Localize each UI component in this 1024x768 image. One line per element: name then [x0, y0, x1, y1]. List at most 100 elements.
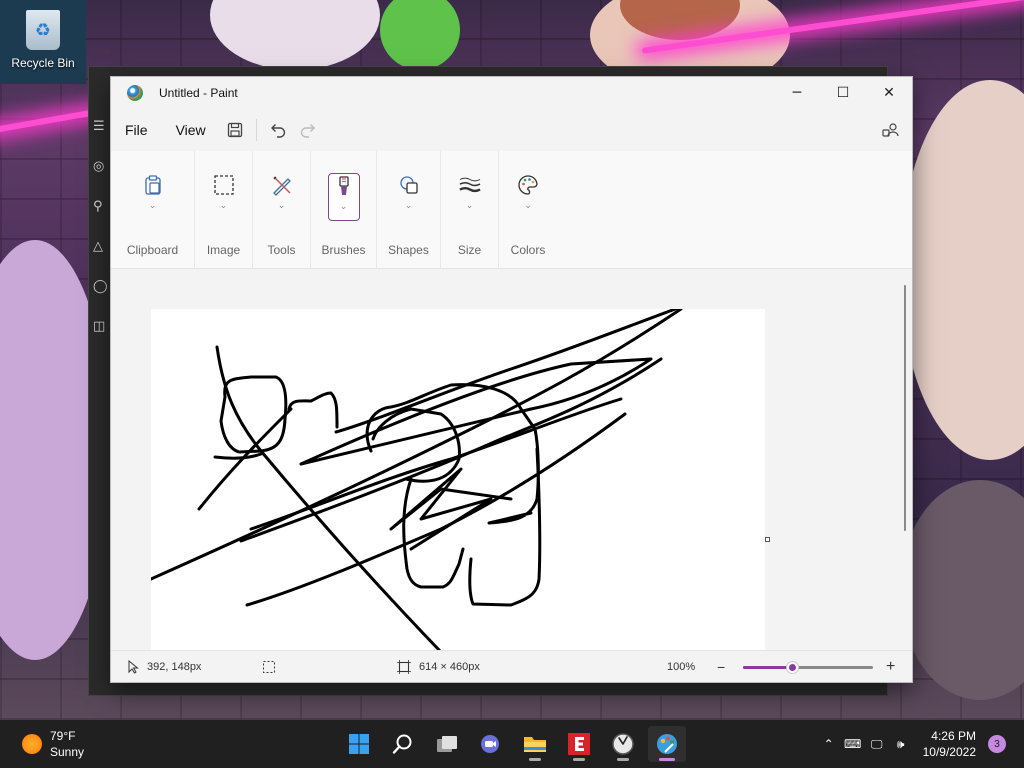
search-button[interactable]	[384, 726, 422, 762]
minimize-button[interactable]: ─	[774, 77, 820, 109]
ribbon-label-shapes: Shapes	[388, 243, 429, 257]
menu-bar: File View	[111, 109, 912, 151]
shapes-button[interactable]: ⌄	[391, 173, 427, 219]
pointer-icon	[128, 659, 139, 674]
task-view-icon	[437, 736, 457, 752]
recycle-bin-icon: ♻	[26, 10, 60, 50]
chevron-down-icon: ⌄	[465, 201, 474, 211]
zoom-slider-thumb[interactable]	[787, 662, 799, 673]
ribbon-label-image: Image	[206, 243, 241, 257]
running-indicator	[659, 758, 675, 761]
scribble-drawing	[149, 303, 688, 652]
close-button[interactable]: ✕	[866, 77, 912, 109]
chevron-up-icon[interactable]: ⌃	[817, 737, 841, 751]
ribbon-group-colors[interactable]: ⌄ Colors	[499, 151, 557, 269]
view-menu[interactable]: View	[162, 122, 220, 138]
task-view-button[interactable]	[428, 726, 466, 762]
zoom-slider-fill	[743, 666, 793, 669]
undo-button[interactable]	[263, 115, 293, 145]
notification-badge[interactable]: 3	[988, 735, 1006, 753]
size-button[interactable]: ⌄	[452, 173, 488, 219]
chevron-down-icon: ⌄	[277, 201, 286, 211]
chevron-down-icon: ⌄	[404, 201, 413, 211]
ribbon-group-size[interactable]: ⌄ Size	[441, 151, 499, 269]
image-button[interactable]: ⌄	[206, 173, 242, 219]
line-size-icon	[458, 177, 481, 193]
network-icon[interactable]: 🖵	[865, 737, 889, 752]
ribbon-group-image[interactable]: ⌄ Image	[195, 151, 253, 269]
brush-icon	[338, 176, 349, 195]
ribbon-label-clipboard: Clipboard	[126, 243, 179, 257]
file-explorer-button[interactable]	[516, 726, 554, 762]
paint-icon	[657, 734, 677, 754]
selection-icon	[213, 175, 234, 195]
start-button[interactable]	[340, 726, 378, 762]
shapes-icon	[399, 176, 418, 194]
pencil-icon	[272, 176, 291, 196]
clipboard-button[interactable]: ⌄	[135, 173, 171, 219]
ribbon-label-size: Size	[457, 243, 482, 257]
clock[interactable]: 4:26 PM 10/9/2022	[923, 728, 976, 760]
file-menu[interactable]: File	[111, 122, 162, 138]
recycle-bin-label: Recycle Bin	[11, 56, 75, 70]
canvas-size-icon	[397, 659, 411, 674]
drawing-canvas[interactable]	[149, 303, 765, 652]
ribbon-group-brushes[interactable]: ⌄ Brushes	[311, 151, 377, 269]
sun-icon	[22, 734, 42, 754]
redo-icon	[300, 124, 315, 138]
weather-widget[interactable]: 79°F Sunny	[22, 728, 84, 760]
tools-button[interactable]: ⌄	[264, 173, 300, 219]
clock-time: 4:26 PM	[931, 729, 976, 743]
system-tray: ⌃ ⌨ 🖵 🕪 4:26 PM 10/9/2022 3	[817, 720, 1024, 768]
chat-button[interactable]	[472, 726, 510, 762]
window-title: Untitled - Paint	[159, 86, 238, 100]
clock-app-button[interactable]	[604, 726, 642, 762]
save-button[interactable]	[220, 115, 250, 145]
ribbon-label-tools: Tools	[267, 243, 296, 257]
app-e-icon	[568, 733, 590, 755]
keyboard-icon[interactable]: ⌨	[841, 737, 865, 751]
volume-icon[interactable]: 🕪	[889, 737, 913, 752]
canvas-area[interactable]	[111, 269, 912, 652]
weather-desc: Sunny	[50, 745, 85, 759]
brushes-button[interactable]: ⌄	[327, 173, 360, 221]
paint-app-icon	[127, 85, 143, 101]
zoom-slider[interactable]	[743, 662, 873, 673]
clipboard-icon	[144, 175, 161, 195]
weather-temp: 79°F	[50, 729, 76, 743]
running-indicator	[529, 758, 541, 761]
zoom-out-button[interactable]: −	[717, 659, 725, 675]
recycle-bin[interactable]: ♻ Recycle Bin	[0, 0, 86, 84]
chevron-down-icon: ⌄	[339, 202, 348, 212]
taskbar: 79°F Sunny ⌃ ⌨ 🖵 🕪 4:26 PM 10/9/2022 3	[0, 720, 1024, 768]
chevron-down-icon: ⌄	[219, 201, 228, 211]
paint-taskbar-button[interactable]	[648, 726, 686, 762]
canvas-size-value: 614 × 460px	[419, 660, 480, 673]
paint-window[interactable]: Untitled - Paint ─ ☐ ✕ File View ⌄ Clipb…	[110, 76, 913, 683]
maximize-button[interactable]: ☐	[820, 77, 866, 109]
running-indicator	[617, 758, 629, 761]
colors-button[interactable]: ⌄	[510, 173, 546, 219]
vertical-scrollbar[interactable]	[904, 285, 906, 531]
taskbar-apps	[340, 726, 686, 762]
ribbon-label-brushes: Brushes	[321, 243, 366, 257]
selection-size-icon	[263, 660, 275, 673]
zoom-in-button[interactable]: +	[886, 658, 895, 676]
app-e-button[interactable]	[560, 726, 598, 762]
ribbon-group-clipboard[interactable]: ⌄ Clipboard	[111, 151, 195, 269]
ribbon: ⌄ Clipboard ⌄ Image ⌄ Tools ⌄ Brushes ⌄ …	[111, 151, 912, 269]
clock-date: 10/9/2022	[922, 745, 976, 759]
chevron-down-icon: ⌄	[148, 201, 157, 211]
redo-button[interactable]	[293, 115, 323, 145]
zoom-level: 100%	[667, 660, 696, 673]
ribbon-group-shapes[interactable]: ⌄ Shapes	[377, 151, 441, 269]
canvas-resize-handle[interactable]	[765, 537, 770, 542]
account-button[interactable]	[876, 115, 906, 145]
canvas-size: 614 × 460px	[397, 659, 480, 674]
title-bar[interactable]: Untitled - Paint ─ ☐ ✕	[111, 77, 912, 109]
status-bar: 392, 148px 614 × 460px 100% − +	[111, 650, 912, 682]
selection-size	[262, 660, 276, 674]
save-icon	[227, 122, 242, 138]
ribbon-group-tools[interactable]: ⌄ Tools	[253, 151, 311, 269]
file-explorer-icon	[524, 737, 546, 752]
